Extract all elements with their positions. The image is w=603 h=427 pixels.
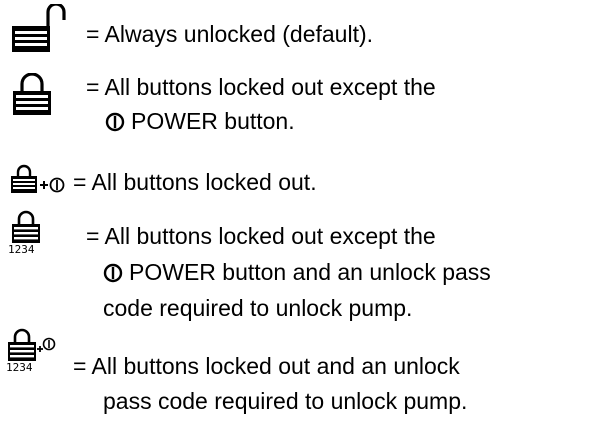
- legend-text-all-passcode-line1: = All buttons locked out and an unlock: [73, 353, 460, 379]
- lock-glyph: [12, 210, 40, 243]
- padlock-unlocked-icon: [12, 4, 66, 52]
- passcode-digits: 1234: [8, 243, 35, 256]
- legend-text-locked-line1: = All buttons locked out except the: [86, 74, 436, 100]
- power-icon: [103, 263, 123, 283]
- legend-text-all-passcode-line2: pass code required to unlock pump.: [103, 388, 468, 414]
- padlock-locked-plus-power-passcode-icon: 1234: [4, 328, 74, 380]
- legend-text-passcode-line1: = All buttons locked out except the: [86, 223, 436, 249]
- legend-text-passcode-line2: POWER button and an unlock pass: [103, 255, 491, 289]
- legend-text-locked-all: = All buttons locked out.: [73, 169, 317, 195]
- legend-text-unlocked: = Always unlocked (default).: [86, 21, 374, 47]
- lock-power-glyph: [8, 328, 56, 361]
- passcode-digits: 1234: [6, 361, 33, 374]
- padlock-locked-icon: [13, 73, 51, 115]
- padlock-locked-plus-power-icon: [11, 164, 65, 193]
- padlock-locked-passcode-icon: 1234: [6, 210, 46, 258]
- power-icon: [105, 112, 125, 132]
- legend-text-locked-line2: POWER button.: [105, 104, 295, 138]
- legend-text-passcode-line3: code required to unlock pump.: [103, 295, 413, 321]
